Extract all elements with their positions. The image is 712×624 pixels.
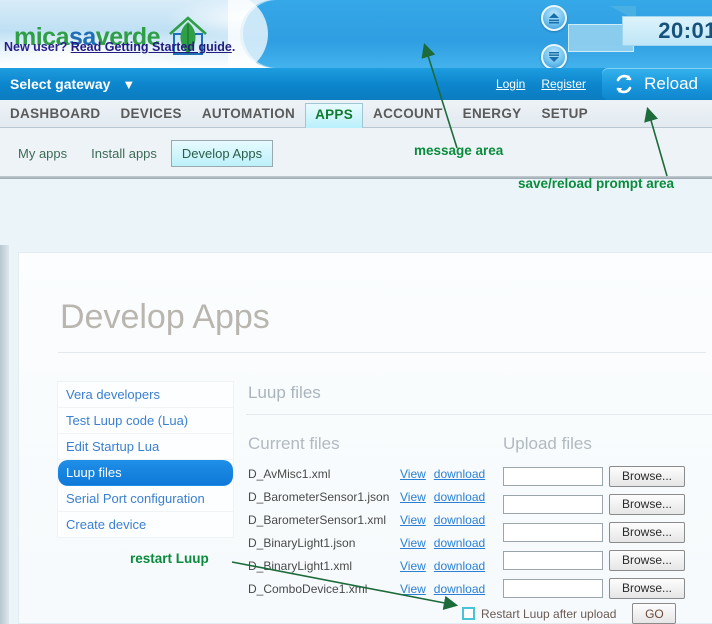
- view-link[interactable]: View: [400, 559, 426, 573]
- reload-button[interactable]: Reload: [602, 68, 712, 100]
- select-gateway-label[interactable]: Select gateway: [10, 76, 110, 92]
- file-name: D_ComboDevice1.xml: [248, 582, 400, 596]
- download-link[interactable]: download: [434, 467, 485, 481]
- file-row: D_BarometerSensor1.xmlView download: [248, 508, 498, 531]
- file-row: D_AvMisc1.xmlView download: [248, 462, 498, 485]
- file-row: D_BarometerSensor1.jsonView download: [248, 485, 498, 508]
- sidebar-item-create-device[interactable]: Create device: [58, 512, 233, 537]
- upload-row: Browse...: [503, 518, 703, 546]
- upload-files-list: Browse... Browse... Browse... Browse... Brow…: [503, 462, 703, 602]
- current-files-list: D_AvMisc1.xmlViewdownloadD_BarometerSens…: [248, 462, 498, 600]
- luup-files-section-title: Luup files: [248, 383, 321, 403]
- getting-started-link[interactable]: Read Getting Started guide: [71, 40, 232, 54]
- annotation-save-reload-area: save/reload prompt area: [518, 176, 674, 191]
- file-row: D_BinaryLight1.jsonView download: [248, 531, 498, 554]
- page-title-divider: [58, 352, 706, 353]
- upload-row: Browse...: [503, 490, 703, 518]
- upload-file-input[interactable]: [503, 467, 603, 486]
- restart-luup-checkbox[interactable]: [462, 607, 475, 620]
- nav-item-dashboard[interactable]: DASHBOARD: [0, 102, 110, 127]
- clock-box: 20:01: [622, 16, 712, 46]
- browse-button[interactable]: Browse...: [609, 466, 685, 487]
- upload-file-input[interactable]: [503, 523, 603, 542]
- sidebar-item-edit-startup-lua[interactable]: Edit Startup Lua: [58, 434, 233, 460]
- luup-files-divider: [246, 414, 712, 415]
- sidebar-item-vera-developers[interactable]: Vera developers: [58, 382, 233, 408]
- upload-files-header: Upload files: [503, 434, 592, 454]
- upload-row: Browse...: [503, 574, 703, 602]
- download-link[interactable]: download: [434, 559, 485, 573]
- download-link[interactable]: download: [434, 536, 485, 550]
- upload-file-input[interactable]: [503, 579, 603, 598]
- develop-apps-sidemenu: Vera developers Test Luup code (Lua) Edi…: [57, 381, 234, 538]
- reload-label: Reload: [644, 74, 698, 94]
- tab-develop-apps[interactable]: Develop Apps: [171, 140, 273, 167]
- page-root: micasaverde 20:01 Select gateway: [0, 0, 712, 624]
- upload-file-input[interactable]: [503, 551, 603, 570]
- nav-item-devices[interactable]: DEVICES: [110, 102, 191, 127]
- page-title: Develop Apps: [60, 298, 270, 337]
- annotation-message-area: message area: [414, 143, 503, 158]
- view-link[interactable]: View: [400, 490, 426, 504]
- new-user-notice: New user? Read Getting Started guide.: [4, 40, 235, 54]
- eject-down-icon: [547, 51, 561, 63]
- nav-item-energy[interactable]: ENERGY: [453, 102, 532, 127]
- eject-down-button[interactable]: [541, 44, 567, 70]
- tab-install-apps[interactable]: Install apps: [81, 141, 167, 166]
- upload-row: Browse...: [503, 546, 703, 574]
- download-link[interactable]: download: [434, 490, 485, 504]
- new-user-suffix: .: [232, 40, 235, 54]
- download-link[interactable]: download: [434, 582, 485, 596]
- sidebar-item-luup-files[interactable]: Luup files: [58, 460, 233, 486]
- file-name: D_BarometerSensor1.json: [248, 490, 400, 504]
- restart-luup-row: Restart Luup after upload GO: [462, 603, 676, 624]
- browse-button[interactable]: Browse...: [609, 494, 685, 515]
- restart-luup-label: Restart Luup after upload: [481, 607, 616, 621]
- browse-button[interactable]: Browse...: [609, 578, 685, 599]
- download-link[interactable]: download: [434, 513, 485, 527]
- login-link[interactable]: Login: [496, 77, 525, 91]
- current-files-header: Current files: [248, 434, 340, 454]
- new-user-prefix: New user?: [4, 40, 71, 54]
- upload-row: Browse...: [503, 462, 703, 490]
- nav-item-account[interactable]: ACCOUNT: [363, 102, 453, 127]
- file-name: D_BinaryLight1.xml: [248, 559, 400, 573]
- view-link[interactable]: View: [400, 582, 426, 596]
- refresh-icon: [612, 72, 636, 96]
- view-link[interactable]: View: [400, 513, 426, 527]
- annotation-restart-luup: restart Luup: [130, 551, 209, 566]
- file-row: D_BinaryLight1.xmlView download: [248, 554, 498, 577]
- nav-item-automation[interactable]: AUTOMATION: [192, 102, 305, 127]
- clock-time: 20:01: [658, 18, 712, 44]
- nav-item-setup[interactable]: SETUP: [531, 102, 598, 127]
- sub-tabs: My apps Install apps Develop Apps: [0, 128, 712, 178]
- nav-item-apps[interactable]: APPS: [305, 103, 363, 128]
- left-rail: [0, 245, 9, 624]
- eject-up-icon: [547, 12, 561, 24]
- sidebar-item-test-luup-code[interactable]: Test Luup code (Lua): [58, 408, 233, 434]
- file-row: D_ComboDevice1.xmlView download: [248, 577, 498, 600]
- file-name: D_BinaryLight1.json: [248, 536, 400, 550]
- sidebar-item-serial-port-configuration[interactable]: Serial Port configuration: [58, 486, 233, 512]
- file-name: D_BarometerSensor1.xml: [248, 513, 400, 527]
- chevron-down-icon[interactable]: ▼: [122, 77, 135, 92]
- view-link[interactable]: View: [400, 467, 426, 481]
- main-navigation: DASHBOARD DEVICES AUTOMATION APPS ACCOUN…: [0, 100, 712, 128]
- browse-button[interactable]: Browse...: [609, 550, 685, 571]
- go-button[interactable]: GO: [632, 603, 676, 624]
- file-name: D_AvMisc1.xml: [248, 467, 400, 481]
- eject-up-button[interactable]: [541, 5, 567, 31]
- upload-file-input[interactable]: [503, 495, 603, 514]
- register-link[interactable]: Register: [541, 77, 586, 91]
- browse-button[interactable]: Browse...: [609, 522, 685, 543]
- view-link[interactable]: View: [400, 536, 426, 550]
- tab-my-apps[interactable]: My apps: [8, 141, 77, 166]
